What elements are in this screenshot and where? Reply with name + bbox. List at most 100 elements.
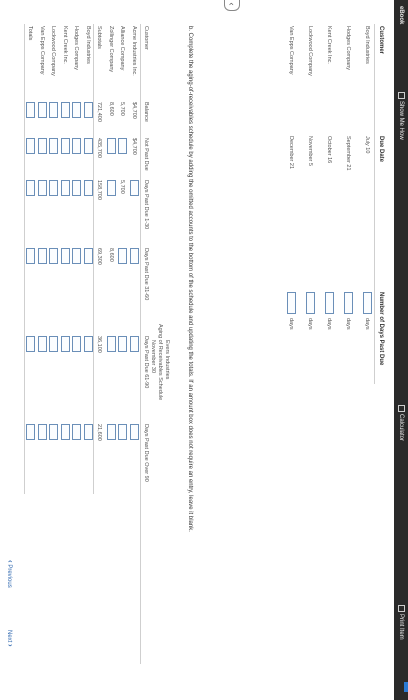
schedule-amount-input[interactable]: [72, 424, 82, 440]
schedule-row-customer: Acme Industries Inc.: [131, 26, 137, 76]
schedule-amount-input[interactable]: [38, 138, 47, 154]
schedule-amount-input[interactable]: [72, 336, 82, 352]
schedule-col-header: Days Past Due 1-30: [143, 180, 149, 230]
schedule-row-customer: Alliance Company: [119, 26, 126, 71]
previous-button[interactable]: ‹ Previous: [6, 560, 15, 588]
days-past-due-input[interactable]: [363, 292, 372, 314]
print-item-button[interactable]: Print Item: [394, 605, 408, 640]
schedule-amount-input[interactable]: [130, 180, 139, 196]
due-table-header-due-date: Due Date: [378, 136, 384, 163]
schedule-amount-input[interactable]: [61, 102, 70, 118]
schedule-amount-input[interactable]: [72, 138, 82, 154]
due-row-customer: Boyd Industries: [364, 26, 370, 64]
schedule-amount-input[interactable]: [49, 180, 59, 196]
show-me-how-icon: [398, 92, 406, 99]
next-button[interactable]: Next ›: [6, 630, 15, 647]
days-unit-label: days: [288, 318, 294, 330]
schedule-amount-input[interactable]: [130, 424, 139, 440]
schedule-amount-input[interactable]: [84, 180, 93, 196]
schedule-amount-input[interactable]: [61, 138, 70, 154]
top-toolbar: eBook Show Me How Calculator Print Item: [394, 0, 408, 700]
schedule-amount-input[interactable]: [72, 248, 82, 264]
schedule-amount-input[interactable]: [61, 336, 70, 352]
schedule-value: 5,700: [119, 180, 126, 194]
schedule-amount-input[interactable]: [38, 180, 47, 196]
schedule-amount-input[interactable]: [84, 138, 93, 154]
schedule-amount-input[interactable]: [118, 138, 128, 154]
schedule-amount-input[interactable]: [26, 336, 36, 352]
schedule-amount-input[interactable]: [26, 138, 36, 154]
rotated-page: eBook Show Me How Calculator Print Item …: [0, 0, 408, 700]
days-unit-label: days: [364, 318, 370, 330]
schedule-amount-input[interactable]: [84, 248, 93, 264]
schedule-amount-input[interactable]: [38, 424, 47, 440]
days-unit-label: days: [307, 318, 313, 330]
due-row-date: December 21: [288, 136, 294, 170]
show-me-how-button[interactable]: Show Me How: [394, 92, 408, 140]
schedule-value: 21,600: [96, 424, 103, 441]
due-row-date: July 10: [364, 136, 370, 154]
chevron-left-icon: ‹: [6, 560, 15, 563]
schedule-value: 721,400: [96, 102, 103, 122]
schedule-amount-input[interactable]: [107, 336, 116, 352]
schedule-title: Evers Industries: [164, 340, 170, 380]
schedule-row-divider: [93, 24, 95, 494]
schedule-amount-input[interactable]: [26, 248, 36, 264]
print-icon: [398, 605, 406, 612]
due-row-date: October 16: [326, 136, 332, 164]
schedule-amount-input[interactable]: [107, 138, 116, 154]
schedule-amount-input[interactable]: [26, 424, 36, 440]
schedule-amount-input[interactable]: [49, 102, 59, 118]
schedule-amount-input[interactable]: [38, 248, 47, 264]
schedule-amount-input[interactable]: [107, 424, 116, 440]
schedule-value: $4,700: [131, 102, 137, 119]
schedule-amount-input[interactable]: [49, 248, 59, 264]
days-past-due-input[interactable]: [287, 292, 296, 314]
schedule-amount-input[interactable]: [61, 424, 70, 440]
schedule-amount-input[interactable]: [118, 336, 128, 352]
days-past-due-input[interactable]: [306, 292, 315, 314]
schedule-amount-input[interactable]: [118, 424, 128, 440]
schedule-value: 435,700: [96, 138, 103, 158]
schedule-col-header: Days Past Due 61-90: [143, 336, 149, 389]
schedule-amount-input[interactable]: [61, 180, 70, 196]
schedule-amount-input[interactable]: [72, 102, 82, 118]
schedule-col-header: Balance: [143, 102, 149, 122]
days-past-due-input[interactable]: [344, 292, 353, 314]
schedule-amount-input[interactable]: [84, 336, 93, 352]
collapse-arrow-icon[interactable]: ‹: [224, 0, 240, 11]
schedule-amount-input[interactable]: [130, 248, 139, 264]
schedule-amount-input[interactable]: [38, 102, 47, 118]
schedule-amount-input[interactable]: [84, 102, 93, 118]
schedule-amount-input[interactable]: [38, 336, 47, 352]
schedule-value: 8,600: [108, 102, 114, 116]
schedule-row-customer: Totals: [27, 26, 34, 41]
schedule-col-header: Days Past Due Over 90: [143, 424, 149, 482]
schedule-value: 36,100: [96, 336, 103, 353]
schedule-amount-input[interactable]: [49, 336, 59, 352]
ebook-label: eBook: [398, 6, 404, 25]
schedule-value: 8,600: [108, 248, 114, 262]
schedule-subtitle: Aging of Receivables Schedule: [157, 324, 163, 401]
instructions: b. Complete the aging-of-receivables sch…: [187, 26, 193, 532]
schedule-amount-input[interactable]: [130, 336, 139, 352]
due-row-date: November 5: [307, 136, 313, 166]
accent-bar: [404, 682, 408, 692]
chevron-right-icon: ›: [6, 644, 15, 647]
schedule-amount-input[interactable]: [49, 138, 59, 154]
schedule-row-divider: [24, 24, 26, 494]
days-past-due-input[interactable]: [325, 292, 334, 314]
schedule-amount-input[interactable]: [107, 180, 116, 196]
schedule-amount-input[interactable]: [26, 180, 36, 196]
schedule-amount-input[interactable]: [49, 424, 59, 440]
due-row-customer: Hodges Company: [345, 26, 351, 71]
schedule-value: 69,300: [96, 248, 103, 265]
schedule-amount-input[interactable]: [72, 180, 82, 196]
schedule-amount-input[interactable]: [61, 248, 70, 264]
calculator-button[interactable]: Calculator: [394, 405, 408, 441]
schedule-amount-input[interactable]: [84, 424, 93, 440]
schedule-col-header: Not Past Due: [143, 138, 149, 171]
schedule-amount-input[interactable]: [118, 248, 128, 264]
schedule-amount-input[interactable]: [26, 102, 36, 118]
days-unit-label: days: [345, 318, 351, 330]
